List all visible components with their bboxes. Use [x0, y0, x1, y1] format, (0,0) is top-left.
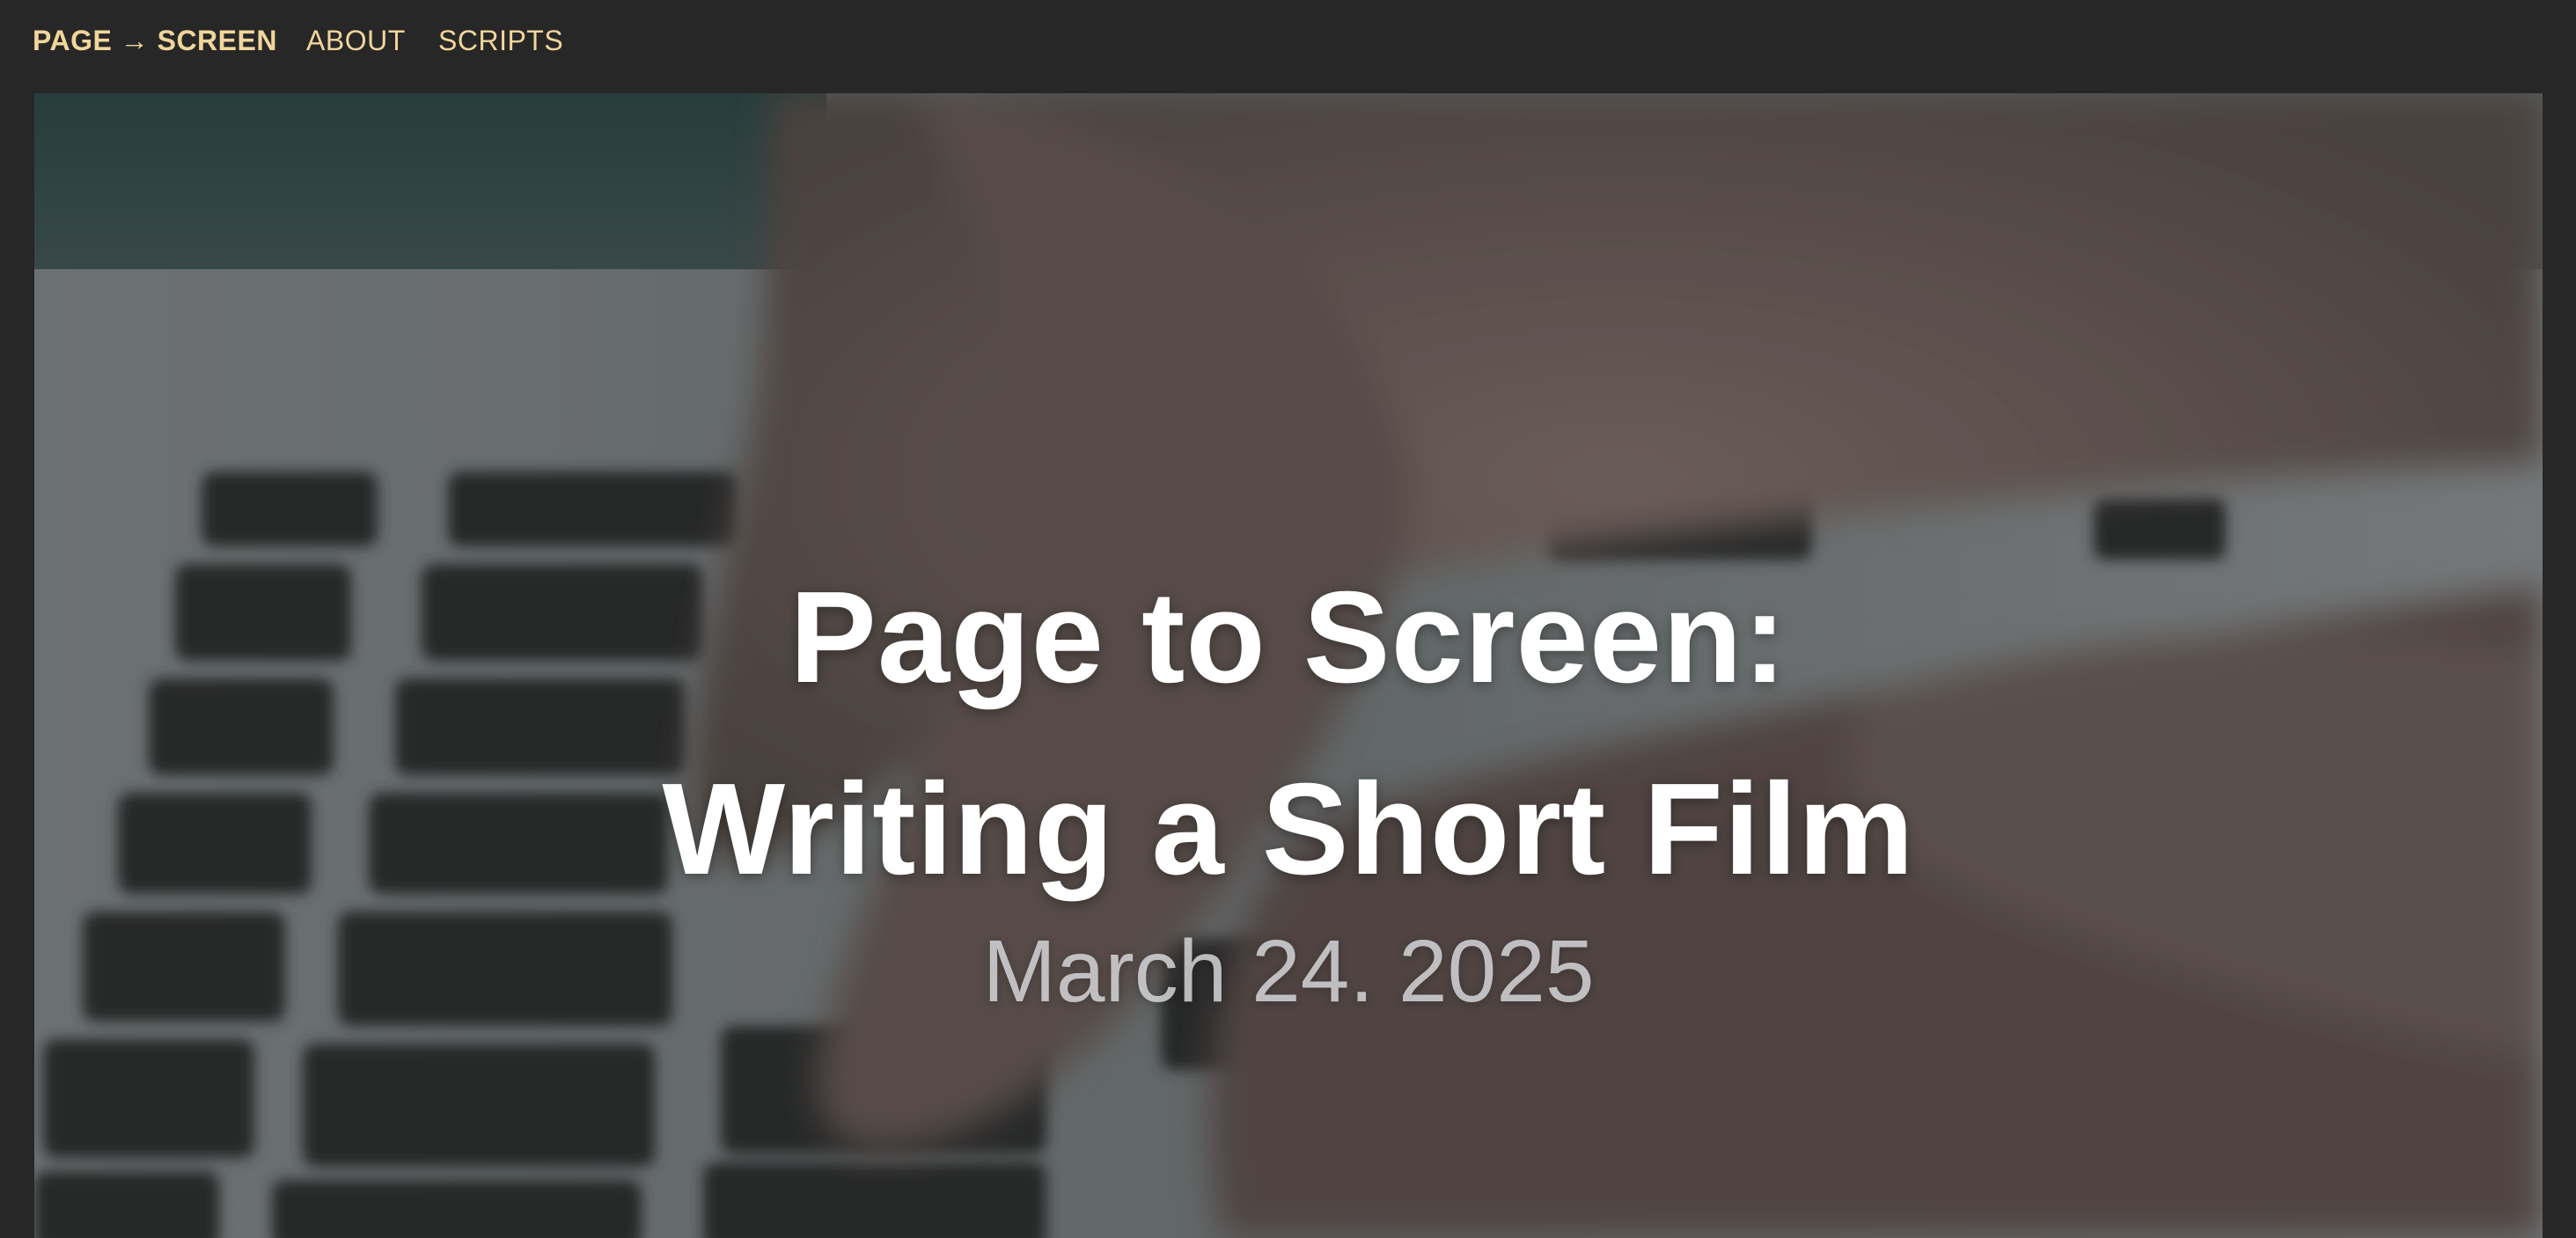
hero-date: March 24. 2025: [982, 922, 1595, 1021]
site-brand-link[interactable]: PAGE → SCREEN: [33, 23, 277, 58]
hero-title-line-2: Writing a Short Film: [662, 757, 1915, 902]
nav-link-scripts[interactable]: SCRIPTS: [438, 23, 563, 58]
nav-link-about[interactable]: ABOUT: [306, 23, 406, 58]
hero-banner: Page to Screen: Writing a Short Film Mar…: [34, 93, 2543, 1238]
hero-title: Page to Screen: Writing a Short Film: [34, 542, 2543, 926]
top-navigation: PAGE → SCREEN ABOUT SCRIPTS: [0, 0, 2576, 93]
hero-text-block: Page to Screen: Writing a Short Film Mar…: [34, 542, 2543, 1024]
hero-title-line-1: Page to Screen:: [789, 565, 1787, 710]
